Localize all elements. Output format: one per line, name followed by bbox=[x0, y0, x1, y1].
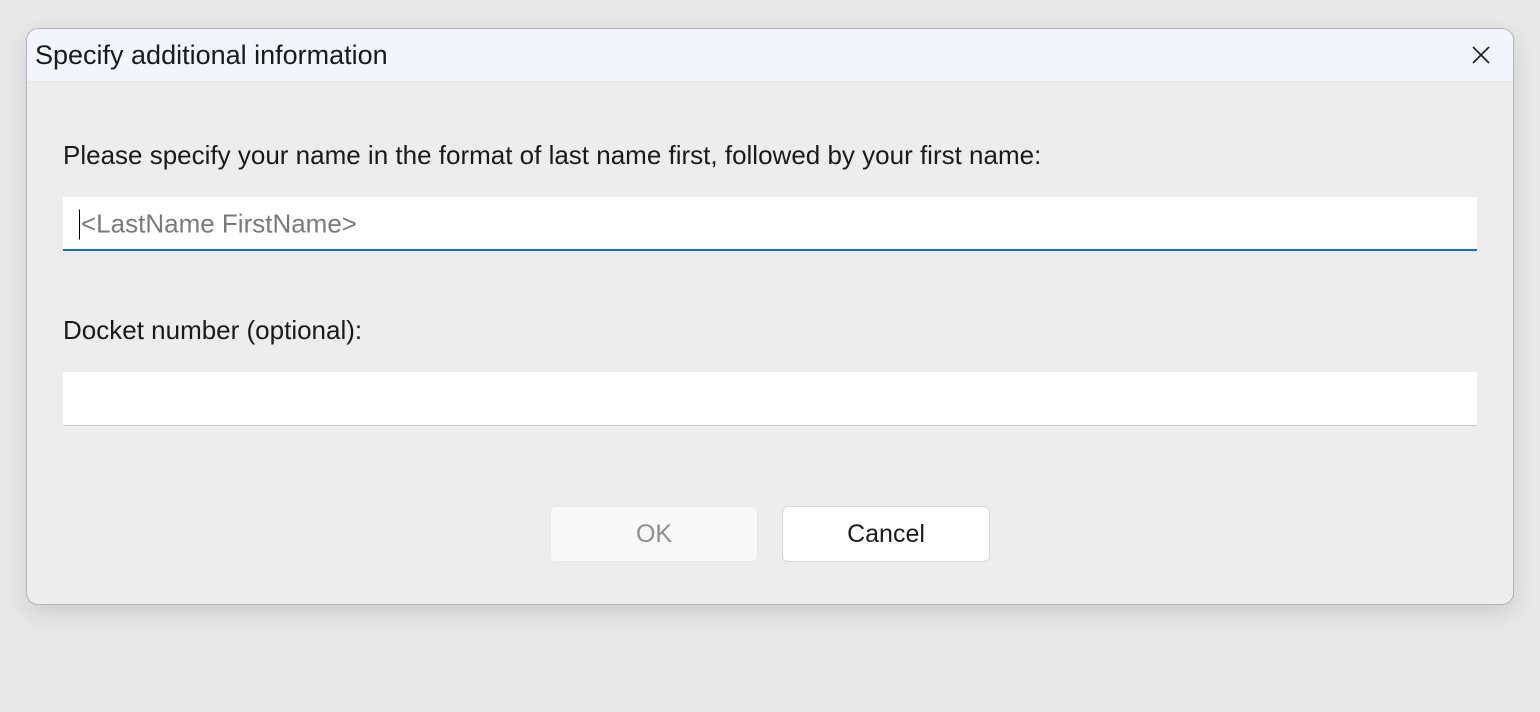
ok-button[interactable]: OK bbox=[550, 506, 758, 562]
dialog-body: Please specify your name in the format o… bbox=[27, 82, 1513, 604]
docket-field-label: Docket number (optional): bbox=[63, 315, 1477, 346]
ok-button-label: OK bbox=[636, 520, 672, 549]
name-field-group: Please specify your name in the format o… bbox=[63, 140, 1477, 251]
dialog-button-row: OK Cancel bbox=[63, 506, 1477, 580]
docket-input[interactable] bbox=[63, 372, 1477, 426]
dialog-window: Specify additional information Please sp… bbox=[26, 28, 1514, 605]
close-icon bbox=[1470, 44, 1492, 66]
name-input[interactable] bbox=[63, 197, 1477, 251]
cancel-button[interactable]: Cancel bbox=[782, 506, 990, 562]
cancel-button-label: Cancel bbox=[847, 520, 925, 549]
dialog-titlebar: Specify additional information bbox=[27, 29, 1513, 82]
close-button[interactable] bbox=[1463, 37, 1499, 73]
dialog-title: Specify additional information bbox=[35, 40, 388, 71]
name-input-wrap: <LastName FirstName> bbox=[63, 197, 1477, 251]
docket-field-group: Docket number (optional): bbox=[63, 315, 1477, 426]
name-field-label: Please specify your name in the format o… bbox=[63, 140, 1477, 171]
